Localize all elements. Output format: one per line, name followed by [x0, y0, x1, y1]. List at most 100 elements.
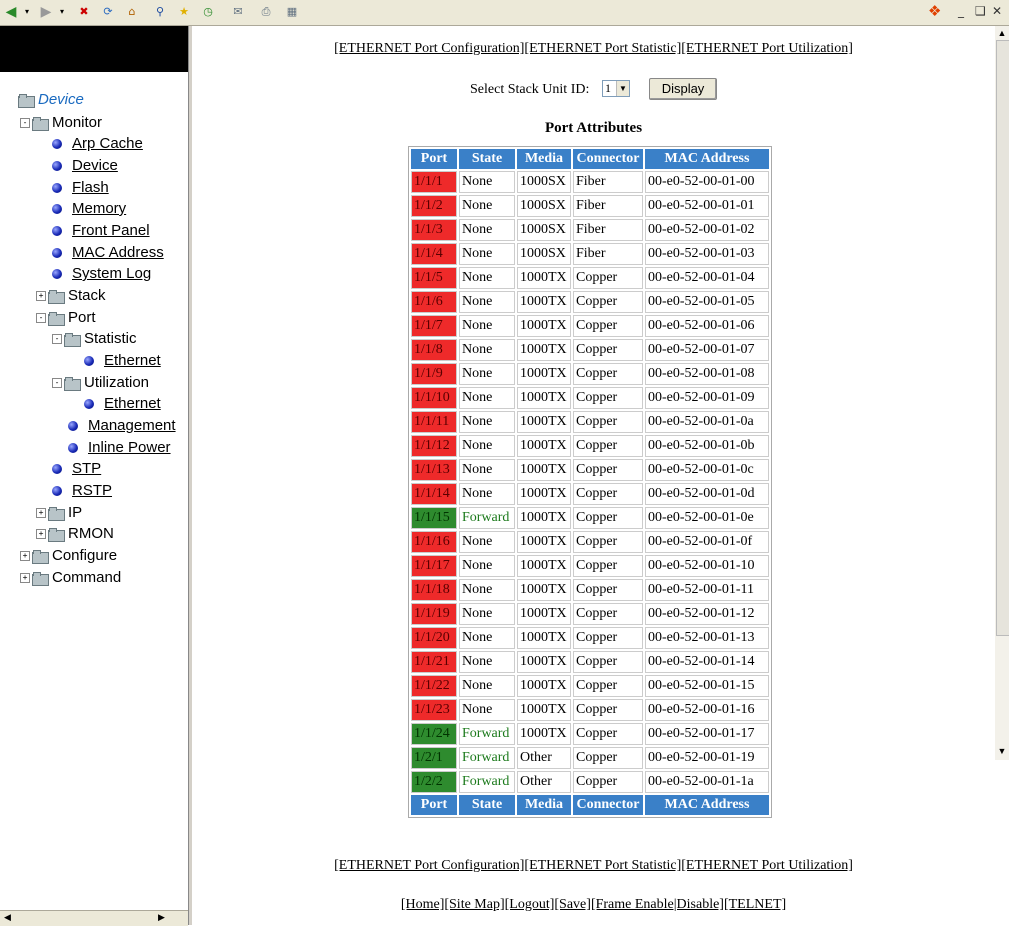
- port-cell[interactable]: 1/1/8: [411, 339, 457, 361]
- home-icon[interactable]: ⌂: [124, 4, 140, 20]
- link-telnet[interactable]: [TELNET]: [724, 897, 786, 912]
- tree-link-utilization-ethernet[interactable]: Ethernet: [84, 394, 161, 414]
- tree-link-inline-power[interactable]: Inline Power: [68, 438, 171, 458]
- port-cell[interactable]: 1/2/2: [411, 771, 457, 793]
- expand-icon[interactable]: +: [36, 529, 46, 540]
- forward-dropdown-icon[interactable]: ▾: [58, 4, 66, 20]
- tree-item-monitor[interactable]: - Monitor: [20, 113, 102, 133]
- port-cell[interactable]: 1/1/1: [411, 171, 457, 193]
- tree-link-label[interactable]: MAC Address: [72, 244, 164, 261]
- port-cell[interactable]: 1/1/14: [411, 483, 457, 505]
- tree-link-front-panel[interactable]: Front Panel: [52, 221, 150, 241]
- back-dropdown-icon[interactable]: ▾: [23, 4, 31, 20]
- port-cell[interactable]: 1/1/13: [411, 459, 457, 481]
- tree-link-label[interactable]: System Log: [72, 265, 151, 282]
- favorites-icon[interactable]: ★: [176, 4, 192, 20]
- port-cell[interactable]: 1/1/18: [411, 579, 457, 601]
- expand-icon[interactable]: +: [36, 291, 46, 302]
- tree-link-label[interactable]: Front Panel: [72, 222, 150, 239]
- tree-item-rmon[interactable]: + RMON: [36, 524, 114, 544]
- scroll-right-icon[interactable]: ▶: [158, 912, 165, 923]
- link-port-statistic[interactable]: [ETHERNET Port Statistic]: [524, 858, 681, 873]
- stack-unit-select[interactable]: 1 ▼: [602, 80, 630, 97]
- tree-link-flash[interactable]: Flash: [52, 178, 109, 198]
- expand-icon[interactable]: +: [20, 573, 30, 584]
- port-cell[interactable]: 1/1/19: [411, 603, 457, 625]
- port-cell[interactable]: 1/1/10: [411, 387, 457, 409]
- print-icon[interactable]: ⎙: [258, 4, 274, 20]
- tree-link-label[interactable]: Ethernet: [104, 352, 161, 369]
- tree-item-utilization[interactable]: - Utilization: [52, 373, 149, 393]
- port-cell[interactable]: 1/1/21: [411, 651, 457, 673]
- tree-link-label[interactable]: Ethernet: [104, 395, 161, 412]
- tree-link-label[interactable]: Inline Power: [88, 439, 171, 456]
- link-frame-enable-disable[interactable]: [Frame Enable|Disable]: [591, 897, 724, 912]
- port-cell[interactable]: 1/1/2: [411, 195, 457, 217]
- refresh-icon[interactable]: ⟳: [100, 4, 116, 20]
- forward-icon[interactable]: ▶: [38, 4, 54, 20]
- tree-root-device[interactable]: Device: [18, 90, 84, 110]
- scroll-left-icon[interactable]: ◀: [4, 912, 11, 923]
- tree-item-configure[interactable]: + Configure: [20, 546, 117, 566]
- port-cell[interactable]: 1/1/3: [411, 219, 457, 241]
- port-cell[interactable]: 1/1/4: [411, 243, 457, 265]
- back-icon[interactable]: ◀: [3, 4, 19, 20]
- tree-item-statistic[interactable]: - Statistic: [52, 329, 137, 349]
- stop-icon[interactable]: ✖: [76, 4, 92, 20]
- port-cell[interactable]: 1/1/24: [411, 723, 457, 745]
- port-cell[interactable]: 1/1/11: [411, 411, 457, 433]
- tree-link-label[interactable]: Device: [72, 157, 118, 174]
- tree-link-statistic-ethernet[interactable]: Ethernet: [84, 351, 161, 371]
- tree-link-memory[interactable]: Memory: [52, 199, 126, 219]
- port-cell[interactable]: 1/1/17: [411, 555, 457, 577]
- tree-link-management[interactable]: Management: [68, 416, 176, 436]
- display-button[interactable]: Display: [649, 78, 717, 100]
- search-icon[interactable]: ⚲: [152, 4, 168, 20]
- tree-link-stp[interactable]: STP: [52, 459, 101, 479]
- scroll-thumb[interactable]: [996, 40, 1009, 636]
- scroll-down-icon[interactable]: ▼: [995, 744, 1009, 758]
- link-home[interactable]: [Home]: [401, 897, 445, 912]
- history-icon[interactable]: ◷: [200, 4, 216, 20]
- port-cell[interactable]: 1/1/7: [411, 315, 457, 337]
- tree-link-rstp[interactable]: RSTP: [52, 481, 112, 501]
- vertical-scrollbar[interactable]: ▲ ▼: [995, 26, 1009, 760]
- tree-link-label[interactable]: Flash: [72, 179, 109, 196]
- port-cell[interactable]: 1/1/5: [411, 267, 457, 289]
- tree-link-label[interactable]: STP: [72, 460, 101, 477]
- horizontal-scrollbar[interactable]: ◀ ▶: [0, 910, 188, 926]
- tree-item-command[interactable]: + Command: [20, 568, 121, 588]
- tree-link-label[interactable]: Arp Cache: [72, 135, 143, 152]
- minimize-button[interactable]: _: [958, 4, 964, 18]
- link-port-statistic[interactable]: [ETHERNET Port Statistic]: [524, 41, 681, 56]
- port-cell[interactable]: 1/1/12: [411, 435, 457, 457]
- tree-link-system-log[interactable]: System Log: [52, 264, 151, 284]
- tree-item-ip[interactable]: + IP: [36, 503, 82, 523]
- link-port-utilization[interactable]: [ETHERNET Port Utilization]: [681, 858, 853, 873]
- port-cell[interactable]: 1/1/22: [411, 675, 457, 697]
- tree-item-port[interactable]: - Port: [36, 308, 96, 328]
- port-cell[interactable]: 1/2/1: [411, 747, 457, 769]
- collapse-icon[interactable]: -: [52, 378, 62, 389]
- link-site-map[interactable]: [Site Map]: [444, 897, 504, 912]
- port-cell[interactable]: 1/1/16: [411, 531, 457, 553]
- restore-button[interactable]: ❑: [975, 4, 986, 18]
- port-cell[interactable]: 1/1/15: [411, 507, 457, 529]
- tree-link-label[interactable]: Memory: [72, 200, 126, 217]
- collapse-icon[interactable]: -: [36, 313, 46, 324]
- link-save[interactable]: [Save]: [554, 897, 591, 912]
- port-cell[interactable]: 1/1/9: [411, 363, 457, 385]
- mail-icon[interactable]: ✉: [230, 4, 246, 20]
- tree-link-label[interactable]: RSTP: [72, 482, 112, 499]
- link-port-configuration[interactable]: [ETHERNET Port Configuration]: [334, 41, 524, 56]
- link-port-configuration[interactable]: [ETHERNET Port Configuration]: [334, 858, 524, 873]
- port-cell[interactable]: 1/1/20: [411, 627, 457, 649]
- close-button[interactable]: ✕: [992, 4, 1002, 18]
- collapse-icon[interactable]: -: [52, 334, 62, 345]
- tree-link-device[interactable]: Device: [52, 156, 118, 176]
- expand-icon[interactable]: +: [20, 551, 30, 562]
- link-port-utilization[interactable]: [ETHERNET Port Utilization]: [681, 41, 853, 56]
- port-cell[interactable]: 1/1/6: [411, 291, 457, 313]
- collapse-icon[interactable]: -: [20, 118, 30, 129]
- tree-link-label[interactable]: Management: [88, 417, 176, 434]
